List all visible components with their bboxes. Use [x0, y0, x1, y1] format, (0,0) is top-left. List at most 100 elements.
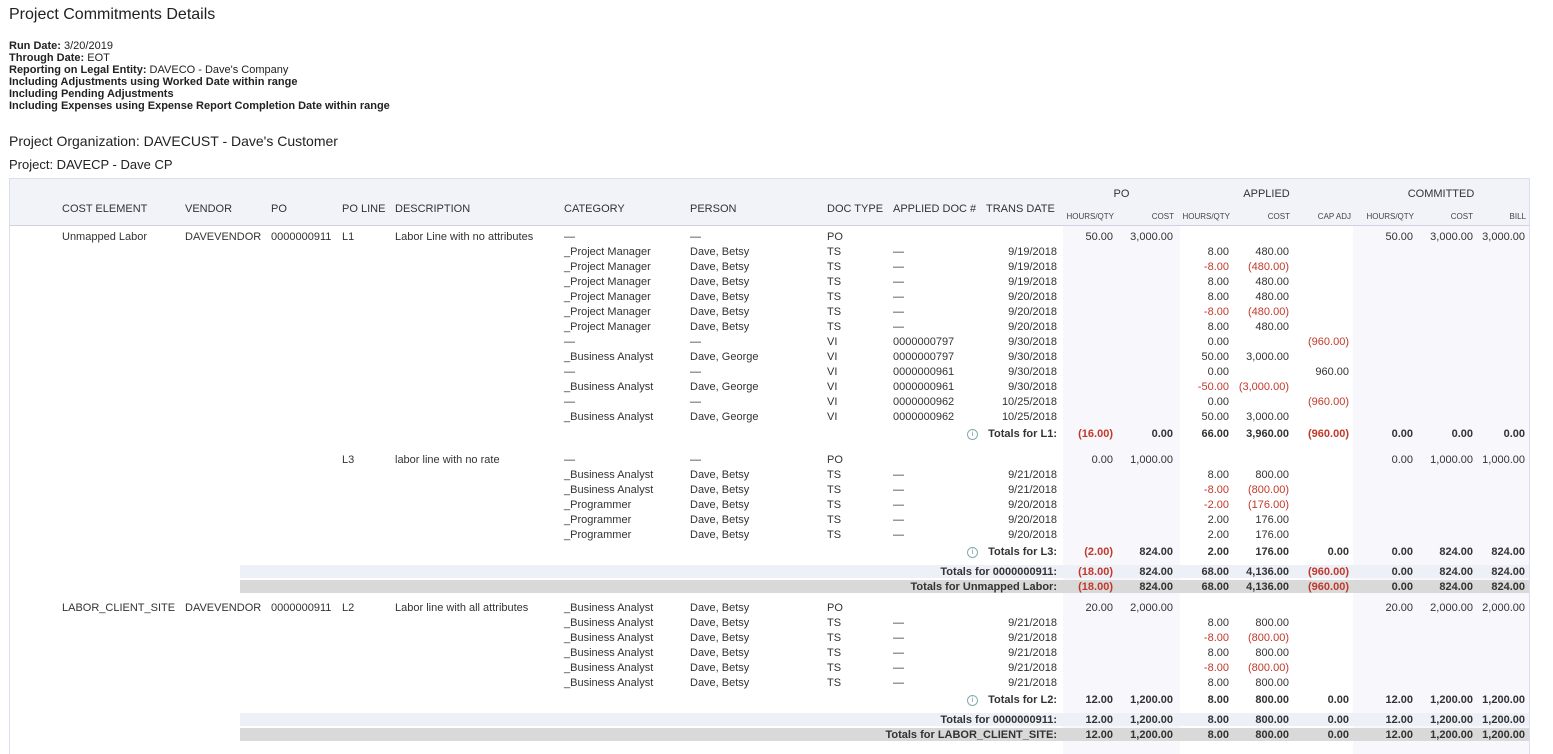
total-apc: 4,136.00	[1246, 581, 1289, 593]
total-poc: 824.00	[1139, 566, 1173, 578]
cell-trans-date: 9/21/2018	[1008, 632, 1057, 644]
cell-person: Dave, Betsy	[690, 647, 750, 659]
cell-poh: 20.00	[1085, 602, 1113, 614]
cell-adoc: —	[893, 529, 904, 541]
total-label: Totals for 0000000911:	[940, 566, 1057, 578]
header-vendor[interactable]: VENDOR	[185, 203, 232, 215]
cell-cat: _Programmer	[564, 529, 632, 541]
total-poh: (18.00)	[1078, 566, 1113, 578]
cell-doc: VI	[827, 336, 838, 348]
cell-person: Dave, George	[690, 411, 759, 423]
header-applied-hours[interactable]: HOURS/QTY	[1170, 212, 1230, 221]
total-poc: 0.00	[1151, 428, 1173, 440]
header-person[interactable]: PERSON	[690, 203, 736, 215]
cell-cat: _Business Analyst	[564, 469, 654, 481]
param-run-date: Run Date: 3/20/2019	[9, 40, 113, 52]
cell-cat: _Project Manager	[564, 276, 651, 288]
cell-doc: TS	[827, 529, 842, 541]
cell-person: Dave, Betsy	[690, 529, 750, 541]
cell-desc: Labor line with all attributes	[395, 602, 529, 614]
cell-doc: PO	[827, 454, 843, 466]
header-category[interactable]: CATEGORY	[564, 203, 625, 215]
info-icon[interactable]: i	[967, 695, 978, 706]
cell-apc: 480.00	[1255, 321, 1289, 333]
header-po-cost[interactable]: COST	[1114, 212, 1174, 221]
cell-cat: _Project Manager	[564, 261, 651, 273]
cell-doc: TS	[827, 499, 842, 511]
header-cap-adj[interactable]: CAP ADJ	[1291, 212, 1351, 221]
total-coc: 1,200.00	[1430, 729, 1473, 741]
committed-column-band	[1353, 225, 1529, 754]
header-committed-bill[interactable]: BILL	[1466, 212, 1526, 221]
header-po[interactable]: PO	[271, 203, 287, 215]
cell-apc: 3,000.00	[1246, 351, 1289, 363]
total-label: Totals for L1:	[988, 428, 1057, 440]
total-coh: 0.00	[1391, 581, 1413, 593]
cell-cat: _Business Analyst	[564, 677, 654, 689]
header-group-po: PO	[1113, 188, 1130, 200]
cell-doc: TS	[827, 662, 842, 674]
total-poc: 824.00	[1139, 546, 1173, 558]
cell-trans-date: 9/20/2018	[1008, 321, 1057, 333]
header-description[interactable]: DESCRIPTION	[395, 203, 470, 215]
total-coc: 1,200.00	[1430, 714, 1473, 726]
cell-adoc: —	[893, 499, 904, 511]
cell-doc: TS	[827, 632, 842, 644]
info-icon[interactable]: i	[967, 547, 978, 558]
cell-cat: _Business Analyst	[564, 381, 654, 393]
cell-doc: TS	[827, 291, 842, 303]
cell-apc: (176.00)	[1248, 499, 1289, 511]
total-bill: 824.00	[1491, 566, 1525, 578]
param-expenses: Including Expenses using Expense Report …	[9, 100, 390, 112]
cell-person: Dave, Betsy	[690, 602, 750, 614]
total-poc: 1,200.00	[1130, 714, 1173, 726]
cell-apc: (800.00)	[1248, 662, 1289, 674]
cell-adoc: —	[893, 261, 904, 273]
total-poh: 12.00	[1085, 714, 1113, 726]
header-applied-cost[interactable]: COST	[1230, 212, 1290, 221]
cell-trans-date: 9/30/2018	[1008, 381, 1057, 393]
total-apc: 3,960.00	[1246, 428, 1289, 440]
cell-doc: TS	[827, 469, 842, 481]
cell-aph: 50.00	[1201, 411, 1229, 423]
cell-trans-date: 9/20/2018	[1008, 499, 1057, 511]
header-po-line[interactable]: PO LINE	[342, 203, 385, 215]
header-applied-doc[interactable]: APPLIED DOC #	[893, 203, 976, 215]
total-poh: (2.00)	[1084, 546, 1113, 558]
cell-doc: PO	[827, 231, 843, 243]
total-coc: 824.00	[1439, 546, 1473, 558]
cell-cap: (960.00)	[1308, 336, 1349, 348]
cell-vendor: DAVEVENDOR	[185, 231, 262, 243]
cell-person: Dave, George	[690, 381, 759, 393]
cell-adoc: —	[893, 291, 904, 303]
cell-doc: TS	[827, 484, 842, 496]
total-cap: (960.00)	[1308, 428, 1349, 440]
total-cap: 0.00	[1327, 729, 1349, 741]
header-committed-hours[interactable]: HOURS/QTY	[1354, 212, 1414, 221]
cell-vendor: DAVEVENDOR	[185, 602, 262, 614]
cell-trans-date: 9/19/2018	[1008, 276, 1057, 288]
cell-aph: -2.00	[1203, 499, 1229, 511]
cell-cat: _Business Analyst	[564, 411, 654, 423]
cell-adoc: 0000000962	[893, 411, 955, 423]
header-cost-element[interactable]: COST ELEMENT	[62, 203, 147, 215]
header-po-hours[interactable]: HOURS/QTY	[1054, 212, 1114, 221]
total-aph: 68.00	[1201, 581, 1229, 593]
header-trans-date[interactable]: TRANS DATE	[986, 203, 1055, 215]
cell-apc: (800.00)	[1248, 632, 1289, 644]
cell-person: Dave, Betsy	[690, 484, 750, 496]
cell-adoc: 0000000797	[893, 336, 955, 348]
cell-aph: -8.00	[1203, 632, 1229, 644]
cell-apc: (480.00)	[1248, 306, 1289, 318]
total-coc: 824.00	[1439, 566, 1473, 578]
header-doc-type[interactable]: DOC TYPE	[827, 203, 883, 215]
total-apc: 800.00	[1255, 729, 1289, 741]
total-coh: 0.00	[1391, 566, 1413, 578]
info-icon[interactable]: i	[967, 429, 978, 440]
cell-adoc: —	[893, 514, 904, 526]
po-column-band	[1063, 225, 1180, 754]
cell-person: Dave, Betsy	[690, 321, 750, 333]
header-committed-cost[interactable]: COST	[1413, 212, 1473, 221]
cell-trans-date: 10/25/2018	[1001, 411, 1057, 423]
cell-adoc: —	[893, 246, 904, 258]
